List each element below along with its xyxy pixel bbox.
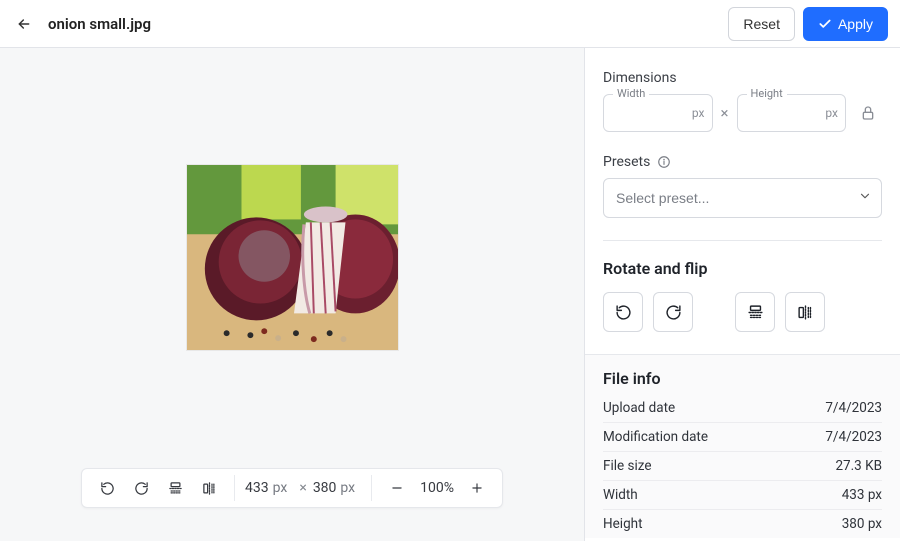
divider [603,240,882,241]
aspect-lock-button[interactable] [854,105,882,121]
presets-label: Presets [603,154,882,170]
presets-label-text: Presets [603,154,650,170]
rotate-flip-title: Rotate and flip [603,259,882,278]
rotate-ccw-icon [100,481,115,496]
check-icon [818,17,832,31]
info-value: 433 px [842,487,882,503]
flip-vertical-icon [747,304,764,321]
presets-section: Presets Select preset... [603,154,882,218]
info-row-modification-date: Modification date 7/4/2023 [603,423,882,452]
zoom-out-button[interactable] [380,471,414,505]
info-label: Width [603,487,638,503]
dimensions-label: Dimensions [603,70,882,86]
apply-button[interactable]: Apply [803,7,888,41]
rotate-ccw-button[interactable] [90,471,124,505]
info-row-height: Height 380 px [603,510,882,538]
info-value: 7/4/2023 [825,400,882,416]
side-panel: Dimensions Width px × Height px [585,48,900,541]
plus-icon [470,481,484,495]
minus-icon [390,481,404,495]
file-info-title: File info [603,369,882,388]
rotate-flip-group [82,469,234,507]
rotate-cw-icon [665,304,682,321]
lock-icon [860,105,876,121]
side-rotate-cw-button[interactable] [653,292,693,332]
info-row-width: Width 433 px [603,481,882,510]
info-label: Modification date [603,429,708,445]
height-value: 380 [313,480,337,496]
flip-horizontal-button[interactable] [192,471,226,505]
apply-label: Apply [838,16,873,32]
bottom-toolbar: 433 px × 380 px 100% [81,468,503,508]
info-icon [657,155,671,169]
height-float-label: Height [747,87,787,100]
info-label: Upload date [603,400,675,416]
flip-vertical-button[interactable] [158,471,192,505]
header-left: onion small.jpg [12,12,151,36]
info-label: Height [603,516,643,532]
main: 433 px × 380 px 100% Dimensions [0,48,900,541]
width-suffix: px [692,106,705,120]
zoom-percent: 100% [414,480,460,496]
width-float-label: Width [613,87,649,100]
arrow-left-icon [16,16,32,32]
image-preview [186,164,399,351]
side-flip-horizontal-button[interactable] [785,292,825,332]
rotate-ccw-icon [615,304,632,321]
dimension-x: × [299,480,306,496]
width-value: 433 [245,480,269,496]
canvas-area: 433 px × 380 px 100% [0,48,585,541]
dimensions-section: Dimensions Width px × Height px [603,70,882,132]
info-label: File size [603,458,652,474]
height-field-box: Height px [737,94,847,132]
rotate-cw-button[interactable] [124,471,158,505]
preset-select[interactable]: Select preset... [603,178,882,218]
width-field-box: Width px [603,94,713,132]
zoom-group: 100% [372,469,502,507]
info-value: 27.3 KB [835,458,882,474]
width-unit: px [273,480,288,496]
preview-illustration [187,165,398,350]
dimensions-row: Width px × Height px [603,94,882,132]
flip-horizontal-icon [797,304,814,321]
height-suffix: px [825,106,838,120]
dimensions-display: 433 px × 380 px [235,469,371,507]
info-row-file-size: File size 27.3 KB [603,452,882,481]
header-right: Reset Apply [728,7,888,41]
side-rotate-ccw-button[interactable] [603,292,643,332]
flip-vertical-icon [168,481,183,496]
file-info-section: File info Upload date 7/4/2023 Modificat… [585,354,900,538]
rotate-flip-section: Rotate and flip [603,259,882,332]
info-value: 7/4/2023 [825,429,882,445]
header: onion small.jpg Reset Apply [0,0,900,48]
height-unit: px [340,480,355,496]
filename: onion small.jpg [48,15,151,33]
preset-select-box: Select preset... [603,178,882,218]
info-value: 380 px [842,516,882,532]
info-row-upload-date: Upload date 7/4/2023 [603,394,882,423]
dims-x: × [721,104,729,122]
rotate-flip-buttons [603,292,882,332]
zoom-in-button[interactable] [460,471,494,505]
reset-button[interactable]: Reset [728,7,795,41]
presets-info-button[interactable] [656,154,672,170]
back-button[interactable] [12,12,36,36]
spacer [703,292,725,332]
side-flip-vertical-button[interactable] [735,292,775,332]
flip-horizontal-icon [202,481,217,496]
rotate-cw-icon [134,481,149,496]
